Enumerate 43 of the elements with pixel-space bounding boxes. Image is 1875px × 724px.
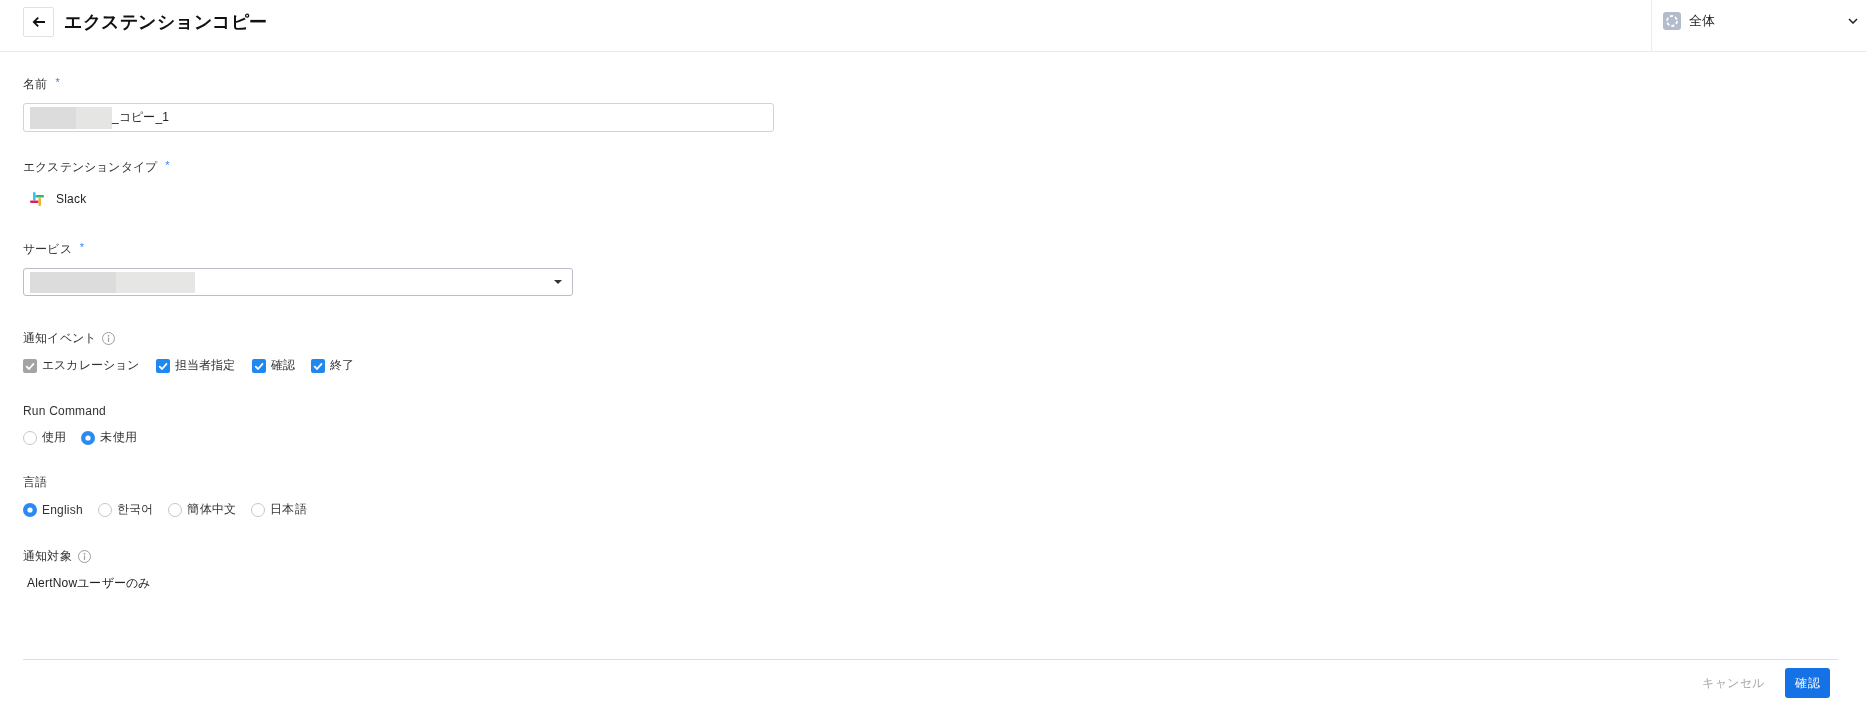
scope-dropdown[interactable]: 全体 [1651,0,1866,51]
required-mark: * [165,159,170,171]
radio-button[interactable] [81,430,96,445]
field-label: 通知対象 [23,548,72,565]
radio-label: 한국어 [116,501,154,518]
checkbox-label: エスカレーション [42,357,140,374]
radio-button[interactable] [251,502,266,517]
caret-down-icon [554,280,562,284]
required-mark: * [79,241,85,253]
required-mark: * [55,76,60,88]
checkbox-label: 確認 [270,357,295,374]
field-label: Run Command [23,403,106,418]
checkbox[interactable] [251,358,266,373]
type-value: Slack [56,192,87,206]
radio-button[interactable] [168,502,183,517]
field-label: 名前 [23,76,48,93]
name-input[interactable]: _コピー_1 [23,103,774,132]
back-button[interactable] [23,7,54,37]
field-label: 通知イベント [23,330,97,347]
field-label: エクステンションタイプ [23,159,158,176]
checkbox-label: 終了 [330,357,355,374]
radio-button[interactable] [23,502,37,517]
chevron-down-icon [1848,18,1858,24]
checkbox[interactable] [311,358,325,373]
page-title: エクステンションコピー [64,11,268,34]
radio-label: 使用 [42,429,67,446]
radio-button[interactable] [97,502,112,517]
radio-label: 未使用 [100,429,137,446]
checkbox[interactable] [155,358,170,373]
target-value: AlertNowユーザーのみ [27,575,151,592]
radio-label: 日本語 [270,501,307,518]
hash-logo-icon [29,191,45,207]
radio-button[interactable] [23,430,37,445]
input-text: _コピー_1 [112,109,170,126]
radio-label: English [42,502,83,517]
dotted-ring-icon [1663,12,1681,30]
service-select[interactable] [23,268,573,296]
confirm-button[interactable]: 確認 [1785,668,1830,698]
checkbox-label: 担当者指定 [174,357,236,374]
field-label: サービス [23,241,72,258]
field-label: 言語 [23,474,48,491]
radio-label: 簡体中文 [187,501,237,518]
arrow-left-icon [31,16,46,28]
